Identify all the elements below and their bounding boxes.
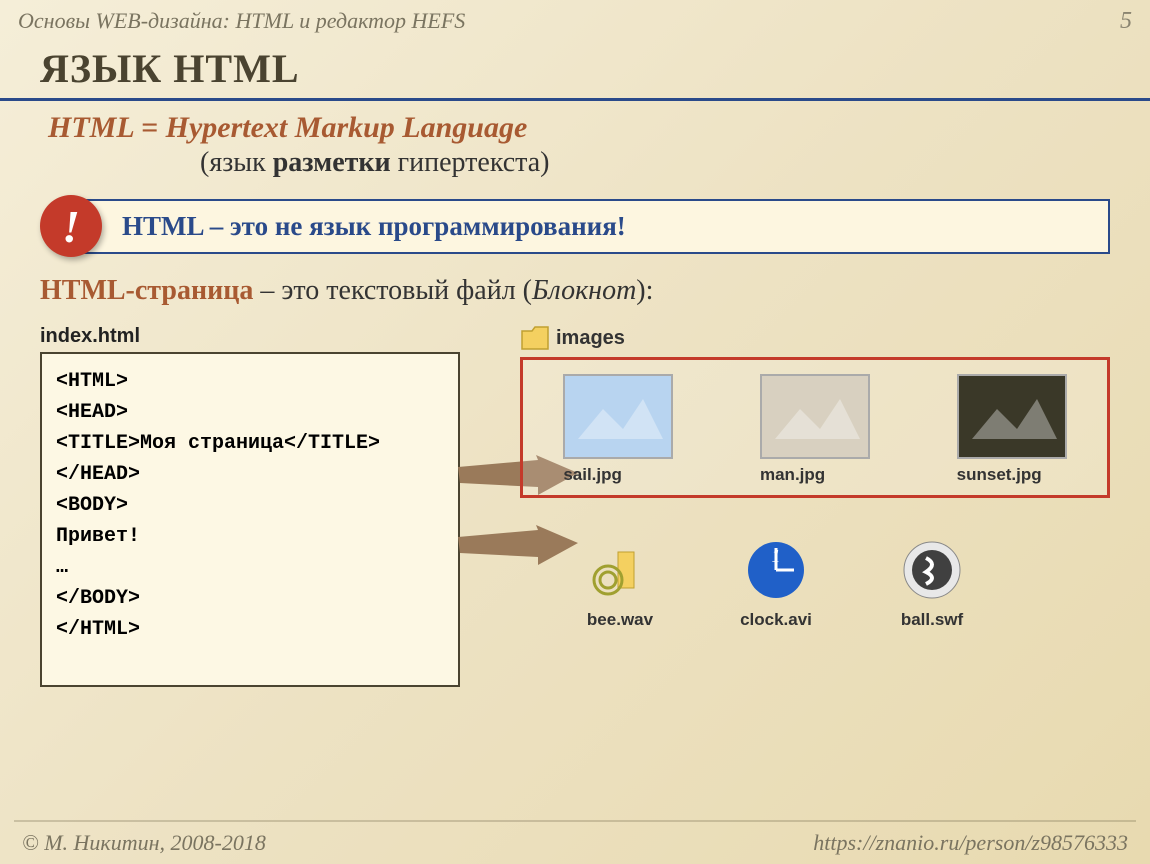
code-filename: index.html — [40, 325, 460, 348]
footer-url: https://znanio.ru/person/z98576333 — [813, 830, 1128, 856]
file-item: bee.wav — [560, 538, 680, 630]
image-thumbnail: man.jpg — [760, 374, 870, 485]
image-icon — [962, 379, 1062, 454]
code-line: </BODY> — [56, 583, 444, 614]
footer-copyright: © М. Никитин, 2008-2018 — [22, 830, 266, 856]
code-block: <HTML><HEAD><TITLE>Моя страница</TITLE><… — [40, 352, 460, 687]
footer-rule — [14, 820, 1136, 822]
thumb-label: sail.jpg — [563, 465, 673, 485]
file-item: ball.swf — [872, 538, 992, 630]
thumb-label: man.jpg — [760, 465, 870, 485]
warning-icon: ! — [40, 195, 102, 257]
file-item: 1 clock.avi — [716, 538, 836, 630]
breadcrumb: Основы WEB-дизайна: HTML и редактор HEFS — [18, 8, 465, 35]
images-folder-label: images — [556, 327, 625, 350]
definition-line-2: (язык разметки гипертекста) — [200, 147, 1110, 179]
page-number: 5 — [1120, 8, 1132, 35]
callout-text: HTML – это не язык программирования! — [72, 199, 1110, 254]
file-label: ball.swf — [872, 610, 992, 630]
video-icon: 1 — [744, 538, 808, 602]
audio-icon — [588, 538, 652, 602]
svg-text:1: 1 — [772, 546, 781, 566]
images-box: sail.jpg man.jpg sunset.jpg — [520, 357, 1110, 498]
callout: ! HTML – это не язык программирования! — [40, 195, 1110, 257]
code-line: </HEAD> — [56, 459, 444, 490]
image-thumbnail: sunset.jpg — [957, 374, 1067, 485]
code-line: <HTML> — [56, 366, 444, 397]
code-line: <HEAD> — [56, 397, 444, 428]
image-icon — [568, 379, 668, 454]
flash-icon — [900, 538, 964, 602]
code-line: <BODY> — [56, 490, 444, 521]
file-label: clock.avi — [716, 610, 836, 630]
slide-title: ЯЗЫК HTML — [0, 41, 1150, 101]
code-line: … — [56, 552, 444, 583]
file-label: bee.wav — [560, 610, 680, 630]
code-line: <TITLE>Моя страница</TITLE> — [56, 428, 444, 459]
code-line: Привет! — [56, 521, 444, 552]
image-icon — [765, 379, 865, 454]
thumb-label: sunset.jpg — [957, 465, 1067, 485]
definition-line-1: HTML = Hypertext Markup Language — [48, 111, 1110, 145]
page-description: HTML-страница – это текстовый файл (Блок… — [40, 275, 1110, 307]
code-line: </HTML> — [56, 614, 444, 645]
folder-icon — [520, 325, 550, 351]
image-thumbnail: sail.jpg — [563, 374, 673, 485]
